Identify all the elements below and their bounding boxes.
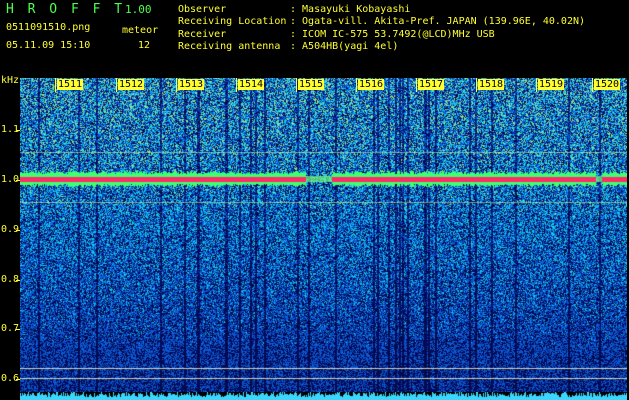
- y-tick-mark: [16, 230, 20, 231]
- app-version: 1.00: [125, 3, 152, 16]
- x-tick-label: 1513: [178, 79, 205, 90]
- location-value: : Ogata-vill. Akita-Pref. JAPAN (139.96E…: [290, 16, 586, 27]
- y-tick-mark: [16, 329, 20, 330]
- x-tick-label: 1514: [238, 79, 265, 90]
- amplitude-strip: [20, 392, 627, 400]
- spectrogram-plot[interactable]: [20, 78, 627, 392]
- x-tick-label: 1517: [418, 79, 445, 90]
- y-tick-mark: [16, 379, 20, 380]
- meteor-label: meteor: [122, 25, 159, 36]
- x-tick-mark: [536, 78, 537, 92]
- y-tick-mark: [16, 180, 20, 181]
- meteor-count: 12: [138, 40, 151, 51]
- filename-label: 0511091510.png: [6, 22, 91, 33]
- x-tick-mark: [236, 78, 237, 92]
- x-tick-mark: [176, 78, 177, 92]
- hrofft-window: H R O F F T 1.00 0511091510.png meteor 0…: [0, 0, 629, 400]
- x-tick-mark: [356, 78, 357, 92]
- app-title: H R O F F T: [6, 2, 126, 17]
- x-tick-label: 1515: [298, 79, 325, 90]
- x-tick-label: 1520: [594, 79, 621, 90]
- x-tick-mark: [55, 78, 56, 92]
- x-tick-label: 1511: [57, 79, 84, 90]
- x-tick-mark: [592, 78, 593, 92]
- x-tick-mark: [116, 78, 117, 92]
- antenna-label: Receiving antenna: [178, 41, 281, 52]
- x-tick-label: 1512: [118, 79, 145, 90]
- x-tick-mark: [416, 78, 417, 92]
- datetime-label: 05.11.09 15:10: [6, 40, 91, 51]
- x-tick-label: 1519: [538, 79, 565, 90]
- observer-label: Observer: [178, 4, 227, 15]
- antenna-value: : A504HB(yagi 4el): [290, 41, 399, 52]
- x-tick-label: 1518: [478, 79, 505, 90]
- frequency-unit-label: kHz: [1, 75, 20, 86]
- x-tick-mark: [296, 78, 297, 92]
- x-tick-mark: [476, 78, 477, 92]
- receiver-label: Receiver: [178, 29, 227, 40]
- observer-value: : Masayuki Kobayashi: [290, 4, 411, 15]
- y-tick-mark: [16, 280, 20, 281]
- x-tick-label: 1516: [358, 79, 385, 90]
- location-label: Receiving Location: [178, 16, 287, 27]
- receiver-value: : ICOM IC-575 53.7492(@LCD)MHz USB: [290, 29, 495, 40]
- y-tick-mark: [16, 130, 20, 131]
